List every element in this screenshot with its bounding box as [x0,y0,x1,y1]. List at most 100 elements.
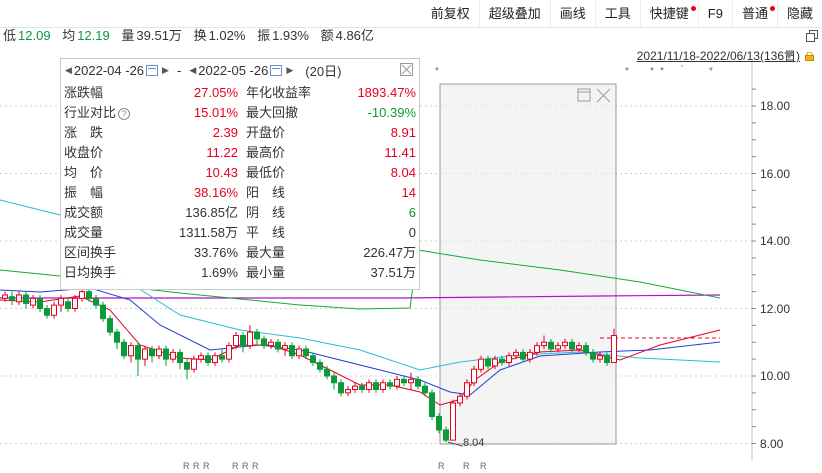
start-date[interactable]: 2022-04 -26 [74,63,144,78]
candle-down [121,341,127,357]
candle-down [324,368,330,377]
event-marker[interactable]: * [650,66,654,77]
stat-value: 1893.47% [357,85,416,100]
volume-value: 39.51万 [136,28,182,43]
event-marker[interactable]: * [625,66,629,77]
menu-item-4[interactable]: 快捷键 [639,0,698,27]
volume-label: 量 [121,28,135,43]
stat-value: 226.47万 [363,245,416,260]
menu-item-3[interactable]: 工具 [594,0,640,27]
candle-down [275,341,281,350]
candle-up [296,348,302,357]
end-prev-arrow[interactable]: ◀ [189,65,196,76]
menu-item-1[interactable]: 超级叠加 [478,0,550,27]
stat-label: 涨 跌 [64,125,104,140]
amplitude-value: 1.93% [272,28,309,43]
stat-label: 平 线 [246,225,286,240]
candle-down [289,345,295,357]
candle-up [198,355,204,360]
calendar-icon[interactable] [146,64,159,76]
candle-down [219,355,225,360]
event-marker-red[interactable]: ˈ [680,63,684,77]
lock-icon[interactable] [805,52,814,61]
candle-up [170,351,176,360]
candle-up [478,358,484,370]
r-marker: R [480,461,487,471]
stats-row: 涨跌幅 27.05% 年化收益率 1893.47% [64,83,416,103]
stat-value: 0 [408,225,416,240]
candle-down [114,331,120,343]
candle-up [492,358,498,367]
calendar-icon[interactable] [270,64,283,76]
restore-window-icon[interactable] [806,30,818,42]
candle-down [387,382,393,387]
candle-up [212,355,218,363]
candle-down [37,297,43,309]
event-marker[interactable]: * [709,66,713,77]
candle-up [450,402,456,441]
candle-down [100,304,106,320]
candle-up [233,335,239,347]
stats-rows: 涨跌幅 27.05% 年化收益率 1893.47% 行业对比? 15.01% 最大回撤 -10… [64,83,416,283]
turnover-label: 换 [193,28,207,43]
interval-header: ◀ 2022-04 -26 ▶ - ◀ 2022-05 -26 ▶ (20日) [61,59,419,81]
stat-label: 最大量 [246,245,286,260]
candle-down [86,291,92,299]
stat-label: 收盘价 [64,145,104,160]
candle-down [107,318,113,333]
r-marker: R [252,461,259,471]
candle-down [240,335,246,347]
menu-item-6[interactable]: 普通 [731,0,777,27]
candle-down [590,351,596,360]
candle-down [583,345,589,353]
date-range-selector[interactable]: 2021/11/18-2022/06/13(136日) [637,47,800,64]
menu-item-2[interactable]: 画线 [549,0,595,27]
candle-up [464,382,470,397]
candle-up [352,385,358,390]
menu-item-0[interactable]: 前复权 [422,0,479,27]
range-dropdown-icon[interactable] [784,52,794,59]
stat-label: 日均换手 [64,265,117,280]
candle-down [422,385,428,394]
candle-up [226,345,232,360]
stat-value: 8.91 [390,125,416,140]
start-next-arrow[interactable]: ▶ [162,65,169,76]
r-marker: R [203,461,210,471]
y-tick-label: 10.00 [760,369,791,383]
stat-value: 1.69% [201,265,238,280]
y-tick-label: 8.00 [760,436,784,451]
candle-down [177,351,183,363]
candle-down [303,348,309,357]
menu-item-7[interactable]: 隐藏 [776,0,822,27]
candle-down [310,355,316,363]
menu-item-5[interactable]: F9 [697,0,732,27]
candle-down [317,362,323,370]
help-icon[interactable]: ? [118,107,131,120]
candle-down [604,355,610,363]
candle-up [597,355,603,360]
stat-label: 最高价 [246,145,286,160]
r-marker: R [193,461,200,471]
candle-down [23,294,29,304]
stat-label: 均 价 [64,165,104,180]
stat-value: 27.05% [193,85,238,100]
stat-label: 行业对比? [64,103,131,123]
y-tick-label: 16.00 [760,166,791,181]
end-date[interactable]: 2022-05 -26 [198,63,268,78]
start-prev-arrow[interactable]: ◀ [65,65,72,76]
candle-up [247,331,253,347]
stat-label: 成交额 [64,205,104,220]
close-panel-icon[interactable] [400,63,413,76]
candle-down [499,358,505,363]
stats-row: 收盘价 11.22 最高价 11.41 [64,143,416,163]
event-marker[interactable]: * [435,66,439,77]
stat-value: 136.85亿 [185,205,238,220]
notification-dot-icon [769,6,775,11]
candle-down [163,348,169,360]
end-next-arrow[interactable]: ▶ [286,65,293,76]
r-marker: R [242,461,249,471]
candle-up [2,294,8,299]
avg-value: 12.19 [77,28,110,43]
event-marker[interactable]: * [660,66,664,77]
stats-row: 均 价 10.43 最低价 8.04 [64,163,416,183]
